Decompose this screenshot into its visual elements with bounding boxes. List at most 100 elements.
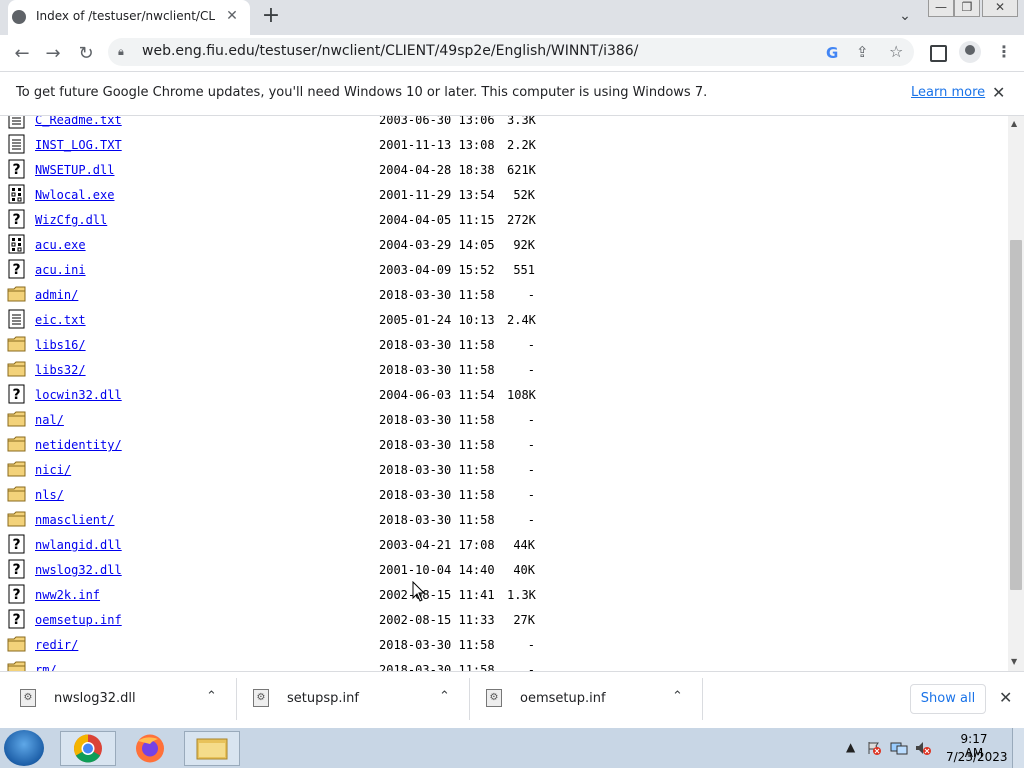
svg-text:?: ? <box>12 262 20 278</box>
file-size: 621K <box>507 163 536 177</box>
show-all-button[interactable]: Show all <box>910 684 986 714</box>
file-link[interactable]: acu.exe <box>35 238 86 252</box>
file-size: 1.3K <box>507 588 536 602</box>
file-link[interactable]: nls/ <box>35 488 64 502</box>
window-minimize-button[interactable]: — <box>928 0 954 17</box>
chevron-up-icon[interactable]: ⌃ <box>439 689 450 704</box>
file-link[interactable]: acu.ini <box>35 263 86 277</box>
file-size: 3.3K <box>507 116 536 127</box>
reload-icon[interactable]: ↻ <box>76 44 96 64</box>
infobar-close-icon[interactable]: ✕ <box>992 83 1005 102</box>
lock-icon[interactable]: 🔒︎ <box>118 45 130 59</box>
file-date: 2005-01-24 10:13 <box>379 313 495 327</box>
file-link[interactable]: oemsetup.inf <box>35 613 122 627</box>
chevron-up-icon[interactable]: ⌃ <box>672 689 683 704</box>
file-date: 2018-03-30 11:58 <box>379 513 495 527</box>
file-link[interactable]: Nwlocal.exe <box>35 188 114 202</box>
file-date: 2003-06-30 13:06 <box>379 116 495 127</box>
file-link[interactable]: C_Readme.txt <box>35 116 122 127</box>
action-center-flag-icon[interactable] <box>866 740 882 759</box>
file-link[interactable]: libs16/ <box>35 338 86 352</box>
tab-search-chevron-icon[interactable]: ⌄ <box>896 8 914 26</box>
volume-muted-icon[interactable] <box>914 740 932 759</box>
file-date: 2018-03-30 11:58 <box>379 438 495 452</box>
unknown-file-icon: ? <box>8 159 25 179</box>
file-explorer-taskbar-button[interactable] <box>184 731 240 766</box>
file-icon: ⚙ <box>486 689 502 707</box>
listing-row: nls/2018-03-30 11:58 - <box>0 482 1008 507</box>
folder-icon <box>7 286 26 302</box>
download-item[interactable]: ⚙ setupsp.inf ⌃ <box>253 677 453 721</box>
clock-date[interactable]: 7/23/2023 <box>946 750 1008 764</box>
file-link[interactable]: locwin32.dll <box>35 388 122 402</box>
file-link[interactable]: WizCfg.dll <box>35 213 107 227</box>
scroll-down-arrow-icon[interactable]: ▼ <box>1011 657 1017 666</box>
file-date: 2018-03-30 11:58 <box>379 463 495 477</box>
show-desktop-button[interactable] <box>1012 728 1024 768</box>
unknown-file-icon: ? <box>8 534 25 554</box>
listing-row: ? WizCfg.dll 2004-04-05 11:15 272K <box>0 207 1008 232</box>
scroll-up-arrow-icon[interactable]: ▲ <box>1011 119 1017 128</box>
file-link[interactable]: rm/ <box>35 663 57 671</box>
side-panel-icon[interactable] <box>930 45 947 62</box>
download-shelf-close-icon[interactable]: ✕ <box>999 688 1012 707</box>
svg-text:?: ? <box>12 562 20 578</box>
file-link[interactable]: nal/ <box>35 413 64 427</box>
file-link[interactable]: netidentity/ <box>35 438 122 452</box>
url-text[interactable]: web.eng.fiu.edu/testuser/nwclient/CLIENT… <box>142 43 638 59</box>
window-restore-button[interactable]: ❐ <box>954 0 980 17</box>
chevron-up-icon[interactable]: ⌃ <box>206 689 217 704</box>
back-arrow-icon[interactable]: ← <box>12 44 32 64</box>
file-date: 2003-04-21 17:08 <box>379 538 495 552</box>
file-link[interactable]: nwslog32.dll <box>35 563 122 577</box>
scrollbar-thumb[interactable] <box>1010 240 1022 590</box>
network-icon[interactable] <box>890 740 908 759</box>
file-link[interactable]: admin/ <box>35 288 78 302</box>
chrome-icon <box>74 734 102 763</box>
kebab-menu-icon[interactable]: ⋮ <box>996 42 1012 61</box>
google-lens-icon[interactable]: G <box>826 44 838 62</box>
profile-avatar-icon[interactable] <box>959 41 981 63</box>
download-filename: oemsetup.inf <box>520 691 606 706</box>
listing-row: libs16/2018-03-30 11:58 - <box>0 332 1008 357</box>
unknown-file-icon: ? <box>8 209 25 229</box>
file-size: - <box>527 363 535 377</box>
file-link[interactable]: nww2k.inf <box>35 588 100 602</box>
file-link[interactable]: libs32/ <box>35 363 86 377</box>
unknown-file-icon: ? <box>8 559 25 579</box>
download-item[interactable]: ⚙ oemsetup.inf ⌃ <box>486 677 686 721</box>
file-date: 2018-03-30 11:58 <box>379 363 495 377</box>
file-link[interactable]: eic.txt <box>35 313 86 327</box>
forward-arrow-icon[interactable]: → <box>43 44 63 64</box>
bookmark-star-icon[interactable]: ☆ <box>889 42 903 61</box>
listing-row: eic.txt 2005-01-24 10:13 2.4K <box>0 307 1008 332</box>
window-close-button[interactable]: ✕ <box>982 0 1018 17</box>
show-hidden-icons-arrow[interactable]: ▲ <box>846 740 855 754</box>
listing-row: ? oemsetup.inf 2002-08-15 11:33 27K <box>0 607 1008 632</box>
share-icon[interactable]: ⇪ <box>856 43 869 61</box>
listing-row: acu.exe 2004-03-29 14:05 92K <box>0 232 1008 257</box>
new-tab-button[interactable]: + <box>259 4 283 28</box>
file-link[interactable]: nwlangid.dll <box>35 538 122 552</box>
start-button[interactable] <box>4 730 44 766</box>
file-size: - <box>527 413 535 427</box>
file-link[interactable]: nmasclient/ <box>35 513 114 527</box>
directory-listing: C_Readme.txt 2003-06-30 13:06 3.3K INST_LOG… <box>0 116 1008 671</box>
tab-close-icon[interactable]: ✕ <box>222 6 242 26</box>
chrome-taskbar-button[interactable] <box>60 731 116 766</box>
firefox-taskbar-button[interactable] <box>122 731 178 766</box>
file-date: 2018-03-30 11:58 <box>379 338 495 352</box>
learn-more-link[interactable]: Learn more <box>911 85 985 100</box>
download-item[interactable]: ⚙ nwslog32.dll ⌃ <box>20 677 220 721</box>
file-size: 551 <box>513 263 535 277</box>
listing-row: ? nwlangid.dll 2003-04-21 17:08 44K <box>0 532 1008 557</box>
file-link[interactable]: nici/ <box>35 463 71 477</box>
file-link[interactable]: redir/ <box>35 638 78 652</box>
file-link[interactable]: INST_LOG.TXT <box>35 138 122 152</box>
file-link[interactable]: NWSETUP.dll <box>35 163 114 177</box>
file-date: 2003-04-09 15:52 <box>379 263 495 277</box>
binary-file-icon <box>8 184 25 204</box>
download-separator <box>469 678 470 720</box>
file-date: 2004-04-28 18:38 <box>379 163 495 177</box>
listing-row: rm/2018-03-30 11:58 - <box>0 657 1008 671</box>
